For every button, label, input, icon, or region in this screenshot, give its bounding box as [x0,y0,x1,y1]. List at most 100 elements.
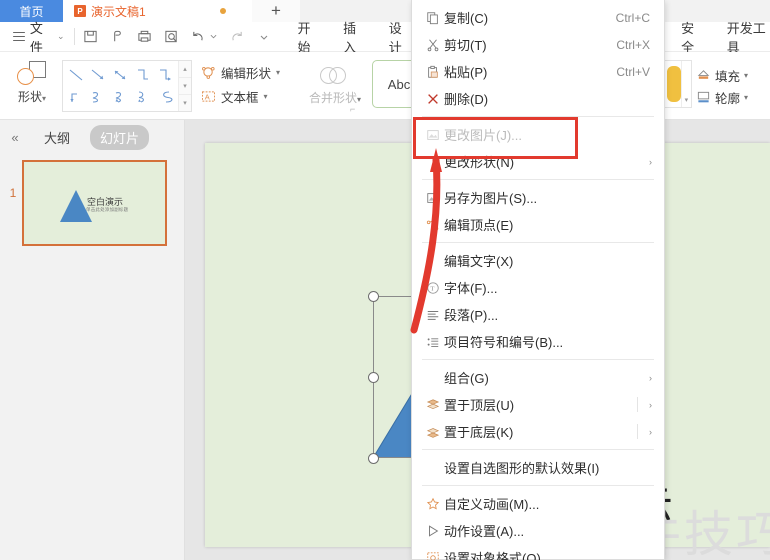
menu-item-change-shape-label: 更改形状(N) [444,155,515,170]
panel-tab-slides[interactable]: 幻灯片 [90,124,150,150]
file-menu-button[interactable]: 文件 ⌄ [0,18,65,56]
menu-item-custom-animation-label: 自定义动画(M)... [444,497,540,512]
menu-item-format-object-label: 设置对象格式(O). [444,551,545,560]
menu-item-bullets-numbering-label: 项目符号和编号(B)... [444,335,564,350]
shape-gallery-scrollbar[interactable]: ▴ ▾ ▾ [178,61,191,111]
print-preview-icon[interactable] [164,29,179,44]
menu-item-bring-to-front[interactable]: 置于顶层(U) › [412,391,664,418]
edit-shape-button[interactable]: 编辑形状 ▾ [200,60,300,84]
slides-panel: « 大纲 幻灯片 1 空白演示 单击此处添加副标题 [0,120,185,560]
panel-tab-outline[interactable]: 大纲 [34,125,80,150]
textbox-label: 文本框 [221,90,259,105]
group-expander-icon[interactable]: ⌐ [350,104,355,114]
undo-dropdown-icon[interactable] [210,29,217,44]
shapes-button[interactable]: 形状▾ [6,52,58,120]
menu-item-edit-text[interactable]: 编辑文字(X) [412,247,664,274]
collapse-panel-icon[interactable]: « [6,130,24,145]
slide-thumbnail[interactable]: 空白演示 单击此处添加副标题 [22,160,167,246]
new-tab-button[interactable]: + [252,0,300,22]
menu-item-paste-accel: Ctrl+V [616,64,650,79]
change-picture-icon [422,128,444,142]
menu-item-copy-label: 复制(C) [444,11,489,26]
tab-insert[interactable]: 插入 [343,18,365,56]
menu-item-paragraph[interactable]: 段落(P)... [412,301,664,328]
chevron-down-icon: ⌄ [57,31,65,41]
shape-curve-icon[interactable] [87,86,109,108]
menu-item-group[interactable]: 组合(G) › [412,364,664,391]
chevron-down-icon[interactable]: ▾ [264,92,268,101]
menu-item-send-to-back[interactable]: 置于底层(K) › [412,418,664,445]
menu-item-change-shape[interactable]: 更改形状(N) › [412,148,664,175]
custom-animation-icon [422,497,444,511]
shape-line-icon[interactable] [65,64,87,86]
chevron-down-icon[interactable]: ▾ [744,71,748,80]
cloud-save-icon[interactable] [110,29,125,44]
menu-group-divider [637,424,638,439]
tab-design[interactable]: 设计 [389,18,411,56]
tab-document[interactable]: P 演示文稿1 [63,0,252,22]
chevron-down-icon[interactable]: ▾ [744,93,748,102]
menu-item-delete[interactable]: 删除(D) [412,85,664,112]
menu-item-cut-accel: Ctrl+X [616,37,650,52]
menu-item-copy[interactable]: 复制(C) Ctrl+C [412,4,664,31]
gallery-scroll-down-icon[interactable]: ▾ [179,78,191,95]
selection-handle-middle-left[interactable] [368,372,379,383]
submenu-arrow-icon: › [649,372,652,383]
delete-icon [422,92,444,106]
slide-thumbnail-item[interactable]: 1 空白演示 单击此处添加副标题 [0,160,184,246]
wordart-style-gallery[interactable]: ▾ [664,60,692,108]
hamburger-icon [13,29,25,44]
shape-gallery[interactable]: ▴ ▾ ▾ [62,60,192,112]
menu-item-set-autoshape-defaults-label: 设置自选图形的默认效果(I) [444,461,600,476]
shape-scribble-icon[interactable] [154,86,176,108]
redo-icon[interactable] [229,29,244,44]
shape-outline-label: 轮廓 [715,91,741,106]
shape-fill-button[interactable]: 填充 ▾ [696,64,770,86]
chevron-down-icon[interactable]: ▾ [276,68,280,77]
shape-double-arrow-icon[interactable] [109,64,131,86]
paragraph-icon [422,308,444,322]
chevron-down-icon: ▾ [357,95,362,104]
menu-item-action-settings[interactable]: 动作设置(A)... [412,517,664,544]
menu-item-edit-points[interactable]: 编辑顶点(E) [412,211,664,238]
textbox-button[interactable]: A 文本框 ▾ [200,84,300,108]
menu-item-copy-accel: Ctrl+C [615,10,650,25]
tab-developer[interactable]: 开发工具 [727,18,770,56]
shape-gallery-grid [63,61,178,111]
menu-item-set-autoshape-defaults[interactable]: 设置自选图形的默认效果(I) [412,454,664,481]
menu-item-cut[interactable]: 剪切(T) Ctrl+X [412,31,664,58]
undo-icon[interactable] [191,29,206,44]
menu-item-format-object[interactable]: 设置对象格式(O). [412,544,664,560]
tab-security[interactable]: 安全 [681,18,703,56]
bring-to-front-icon [422,398,444,412]
menu-item-font[interactable]: T 字体(F)... [412,274,664,301]
menu-item-save-as-picture[interactable]: 另存为图片(S)... [412,184,664,211]
wordart-gallery-scroll-icon[interactable]: ▾ [680,61,691,107]
save-icon[interactable] [83,29,98,44]
edit-shape-label: 编辑形状 [221,66,272,81]
shape-outline-button[interactable]: 轮廓 ▾ [696,86,770,108]
print-icon[interactable] [137,29,152,44]
shape-curve-arrow-icon[interactable] [109,86,131,108]
merge-shapes-icon [320,66,350,86]
shape-elbow-double-arrow-icon[interactable] [65,86,87,108]
gallery-scroll-more-icon[interactable]: ▾ [179,95,191,111]
menu-item-custom-animation[interactable]: 自定义动画(M)... [412,490,664,517]
menu-item-bullets-numbering[interactable]: 项目符号和编号(B)... [412,328,664,355]
selection-handle-bottom-left[interactable] [368,453,379,464]
menu-item-send-to-back-label: 置于底层(K) [444,425,514,440]
menu-item-paste[interactable]: 粘贴(P) Ctrl+V [412,58,664,85]
copy-icon [422,11,444,25]
menu-item-change-picture-label: 更改图片(J)... [444,128,522,143]
gallery-scroll-up-icon[interactable]: ▴ [179,61,191,78]
shape-elbow-connector-icon[interactable] [132,64,154,86]
send-to-back-icon [422,425,444,439]
shape-freeform-icon[interactable] [132,86,154,108]
customize-qat-icon[interactable] [256,29,271,44]
selection-handle-top-left[interactable] [368,291,379,302]
toolbar-divider [73,28,75,45]
tab-start[interactable]: 开始 [297,18,319,56]
shape-arrow-icon[interactable] [87,64,109,86]
wordart-style-swatch[interactable] [667,66,681,102]
shape-elbow-arrow-icon[interactable] [154,64,176,86]
